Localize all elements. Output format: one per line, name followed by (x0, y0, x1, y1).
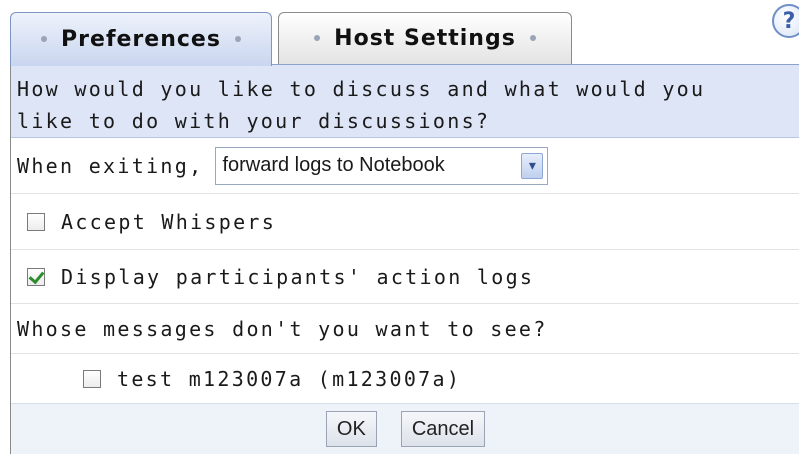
tab-bullet-icon (41, 35, 48, 42)
question-text: How would you like to discuss and what w… (17, 77, 706, 133)
whose-messages-row: Whose messages don't you want to see? (11, 304, 799, 354)
exit-action-select[interactable]: forward logs to Notebook ▾ (215, 146, 549, 185)
ok-button[interactable]: OK (325, 411, 377, 447)
tab-preferences[interactable]: Preferences (10, 12, 272, 66)
tab-preferences-label: Preferences (61, 27, 221, 52)
tab-host-settings-label: Host Settings (334, 26, 516, 51)
whose-messages-heading: Whose messages don't you want to see? (17, 316, 548, 341)
preferences-panel: How would you like to discuss and what w… (10, 64, 799, 454)
exit-action-value: forward logs to Notebook (222, 154, 445, 176)
accept-whispers-row: Accept Whispers (11, 194, 799, 250)
help-icon[interactable]: ? (772, 4, 799, 38)
question-header: How would you like to discuss and what w… (11, 64, 799, 138)
cancel-button[interactable]: Cancel (400, 411, 486, 447)
dialog-actions: OK Cancel (11, 404, 799, 454)
chevron-down-icon[interactable]: ▾ (521, 152, 544, 179)
display-action-logs-checkbox[interactable] (27, 267, 45, 286)
tab-bullet-icon (314, 34, 321, 41)
participant-label: test m123007a (m123007a) (117, 366, 462, 391)
tab-bar: Preferences Host Settings ? (0, 0, 799, 66)
tab-bullet-icon (529, 34, 536, 41)
tab-host-settings[interactable]: Host Settings (278, 12, 572, 64)
accept-whispers-checkbox[interactable] (27, 212, 45, 231)
action-logs-row: Display participants' action logs (11, 250, 799, 304)
exiting-row: When exiting, forward logs to Notebook ▾ (11, 138, 799, 194)
participant-checkbox[interactable] (83, 369, 101, 388)
accept-whispers-label: Accept Whispers (61, 209, 277, 234)
exiting-label: When exiting, (17, 153, 204, 178)
tab-bullet-icon (234, 35, 241, 42)
participant-row: test m123007a (m123007a) (11, 354, 799, 404)
display-action-logs-label: Display participants' action logs (61, 264, 535, 289)
